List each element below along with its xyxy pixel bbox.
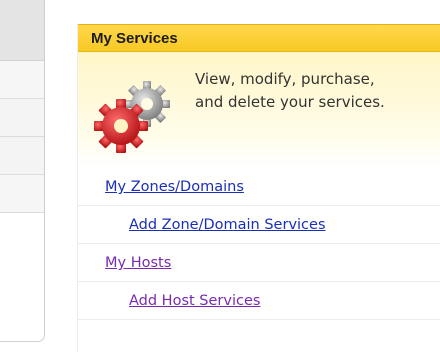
side-panel-item[interactable] <box>0 175 44 213</box>
services-intro: View, modify, purchase, and delete your … <box>78 52 440 168</box>
side-panel <box>0 0 45 342</box>
add-zone-domain-services-link[interactable]: Add Zone/Domain Services <box>129 217 326 233</box>
side-panel-item[interactable] <box>0 0 44 61</box>
list-item: Add Host Services <box>78 282 440 320</box>
list-item: My Zones/Domains <box>78 168 440 206</box>
services-description-line: and delete your services. <box>195 93 385 111</box>
services-header: My Services <box>78 24 440 52</box>
list-item: My Hosts <box>78 244 440 282</box>
side-panel-item[interactable] <box>0 99 44 137</box>
services-description-line: View, modify, purchase, <box>195 70 375 88</box>
my-zones-domains-link[interactable]: My Zones/Domains <box>105 179 244 195</box>
side-panel-item[interactable] <box>0 61 44 99</box>
list-item: Add Zone/Domain Services <box>78 206 440 244</box>
services-description: View, modify, purchase, and delete your … <box>195 68 440 114</box>
services-link-list: My Zones/Domains Add Zone/Domain Service… <box>78 168 440 320</box>
add-host-services-link[interactable]: Add Host Services <box>129 293 260 309</box>
gears-icon <box>85 76 185 160</box>
my-hosts-link[interactable]: My Hosts <box>105 255 171 271</box>
my-services-box: My Services View, modify, purchase, and … <box>77 24 440 352</box>
side-panel-item[interactable] <box>0 137 44 175</box>
